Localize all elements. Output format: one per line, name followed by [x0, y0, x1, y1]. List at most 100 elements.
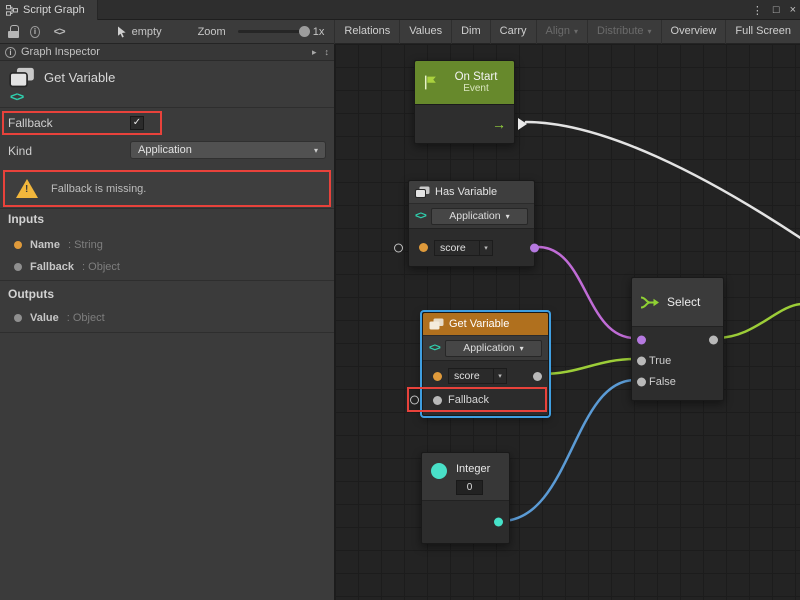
node-has-variable[interactable]: Has Variable <> Application ▾ score ▾	[408, 180, 535, 267]
integer-icon	[431, 463, 447, 479]
graph-canvas[interactable]: On Start Event → Has Variable <> Applica…	[335, 44, 800, 600]
fallback-setting-row: Fallback ✓	[0, 110, 334, 136]
chevron-down-icon: ▾	[314, 146, 318, 155]
input-row-fallback: Fallback : Object	[14, 259, 120, 275]
flow-arrow-icon: →	[492, 116, 506, 132]
maximize-icon[interactable]: □	[773, 4, 780, 16]
inspector-title: Graph Inspector	[21, 46, 100, 58]
fullscreen-button[interactable]: Full Screen	[725, 20, 800, 44]
node-get-variable[interactable]: Get Variable <> Application ▾ score ▾ Fa…	[422, 312, 549, 416]
chevron-down-icon: ▾	[506, 212, 510, 221]
divider	[0, 280, 334, 281]
window-menu-icon[interactable]: ⋮	[752, 4, 763, 17]
value-input-port[interactable]	[394, 243, 403, 252]
node-select[interactable]: Select True False	[631, 277, 724, 401]
select-merge-icon	[640, 295, 660, 310]
value-output-port[interactable]	[533, 372, 542, 381]
node-title: Has Variable	[435, 186, 497, 198]
get-variable-scope-row: <> Application ▾	[423, 335, 548, 360]
zoom-slider[interactable]	[238, 30, 307, 33]
wire-select-out[interactable]	[716, 304, 800, 338]
select-body: True False	[632, 326, 723, 400]
wire-onstart-out[interactable]	[526, 122, 800, 239]
distribute-button[interactable]: Distribute ▾	[587, 20, 660, 44]
graph-toolbar: i <> empty Zoom 1x Relations Values Dim …	[0, 20, 800, 44]
tab-title: Script Graph	[23, 4, 85, 16]
port-name: Name	[30, 239, 60, 251]
condition-input-port[interactable]	[637, 335, 646, 344]
has-variable-body: score ▾	[409, 228, 534, 266]
input-row-name: Name : String	[14, 237, 103, 253]
inputs-section-header: Inputs	[8, 212, 44, 226]
variable-name-value: score	[435, 242, 479, 254]
info-icon[interactable]: i	[30, 26, 40, 38]
dim-button[interactable]: Dim	[451, 20, 490, 44]
selection-cursor-icon	[117, 26, 127, 38]
align-label: Align	[546, 20, 570, 43]
graph-inspector-panel: i Graph Inspector ▸ ↕ Get Variable <> Fa…	[0, 44, 335, 600]
port-type: : Object	[67, 312, 105, 324]
relations-button[interactable]: Relations	[334, 20, 399, 44]
dock-icon[interactable]: ▸	[312, 47, 317, 58]
integer-output-port[interactable]	[494, 518, 503, 527]
kind-label: Kind	[8, 138, 32, 164]
selection-output-port[interactable]	[709, 335, 718, 344]
true-input-port[interactable]	[637, 356, 646, 365]
false-input-port[interactable]	[637, 377, 646, 386]
warning-box: ! Fallback is missing.	[3, 170, 331, 207]
variable-name-row: score ▾	[423, 364, 548, 388]
scope-dropdown[interactable]: Application ▾	[445, 340, 542, 357]
warning-exclamation: !	[25, 184, 28, 195]
carry-button[interactable]: Carry	[490, 20, 536, 44]
get-variable-body: score ▾ Fallback	[423, 360, 548, 415]
scope-dropdown[interactable]: Application ▾	[431, 208, 528, 225]
string-port[interactable]	[419, 243, 428, 252]
lock-icon[interactable]	[8, 25, 16, 38]
port-name: Value	[30, 312, 59, 324]
false-label: False	[649, 376, 676, 388]
node-integer[interactable]: Integer 0	[421, 452, 510, 544]
scroll-icon[interactable]: ↕	[325, 47, 330, 58]
info-icon: i	[5, 47, 16, 58]
chevron-down-icon: ▾	[574, 20, 578, 43]
select-false-row: False	[632, 371, 723, 392]
flow-output-port[interactable]	[518, 118, 527, 130]
string-port[interactable]	[433, 372, 442, 381]
code-icon: <>	[415, 210, 426, 222]
has-variable-header: Has Variable	[409, 181, 534, 203]
values-button[interactable]: Values	[399, 20, 451, 44]
warning-message: Fallback is missing.	[51, 183, 146, 195]
wire-hasvariable-to-select[interactable]	[538, 247, 635, 338]
variable-name-field[interactable]: score ▾	[448, 368, 507, 384]
annotation-highlight	[2, 111, 162, 135]
fallback-port-row: Fallback	[423, 388, 548, 412]
string-port-icon	[14, 241, 22, 249]
bool-output-port[interactable]	[530, 243, 539, 252]
code-icon[interactable]: <>	[54, 26, 65, 38]
node-title: Select	[667, 295, 700, 309]
get-variable-header: Get Variable	[423, 313, 548, 335]
zoom-knob[interactable]	[299, 26, 310, 37]
kind-dropdown[interactable]: Application ▾	[130, 141, 326, 159]
selection-status: empty	[132, 26, 162, 38]
variable-name-field[interactable]: score ▾	[434, 240, 493, 256]
kind-setting-row: Kind Application ▾	[0, 138, 334, 162]
tab-script-graph[interactable]: Script Graph	[0, 0, 98, 20]
toolbar-button-group: Relations Values Dim Carry Align ▾ Distr…	[334, 20, 800, 44]
object-port-icon	[14, 314, 22, 322]
script-graph-icon	[6, 5, 18, 16]
selected-node-title: Get Variable	[44, 70, 115, 85]
distribute-label: Distribute	[597, 20, 643, 43]
node-on-start[interactable]: On Start Event →	[414, 60, 515, 144]
align-button[interactable]: Align ▾	[536, 20, 587, 44]
integer-value-input[interactable]: 0	[456, 480, 483, 495]
inspector-header: i Graph Inspector ▸ ↕	[0, 44, 334, 61]
window-titlebar: Script Graph ⋮ □ ×	[0, 0, 800, 20]
close-icon[interactable]: ×	[790, 4, 796, 16]
flag-icon	[422, 74, 439, 91]
true-label: True	[649, 355, 671, 367]
overview-button[interactable]: Overview	[661, 20, 726, 44]
zoom-label: Zoom	[198, 26, 226, 38]
scope-value: Application	[449, 210, 500, 222]
wire-getvariable-to-select-true[interactable]	[542, 359, 635, 374]
